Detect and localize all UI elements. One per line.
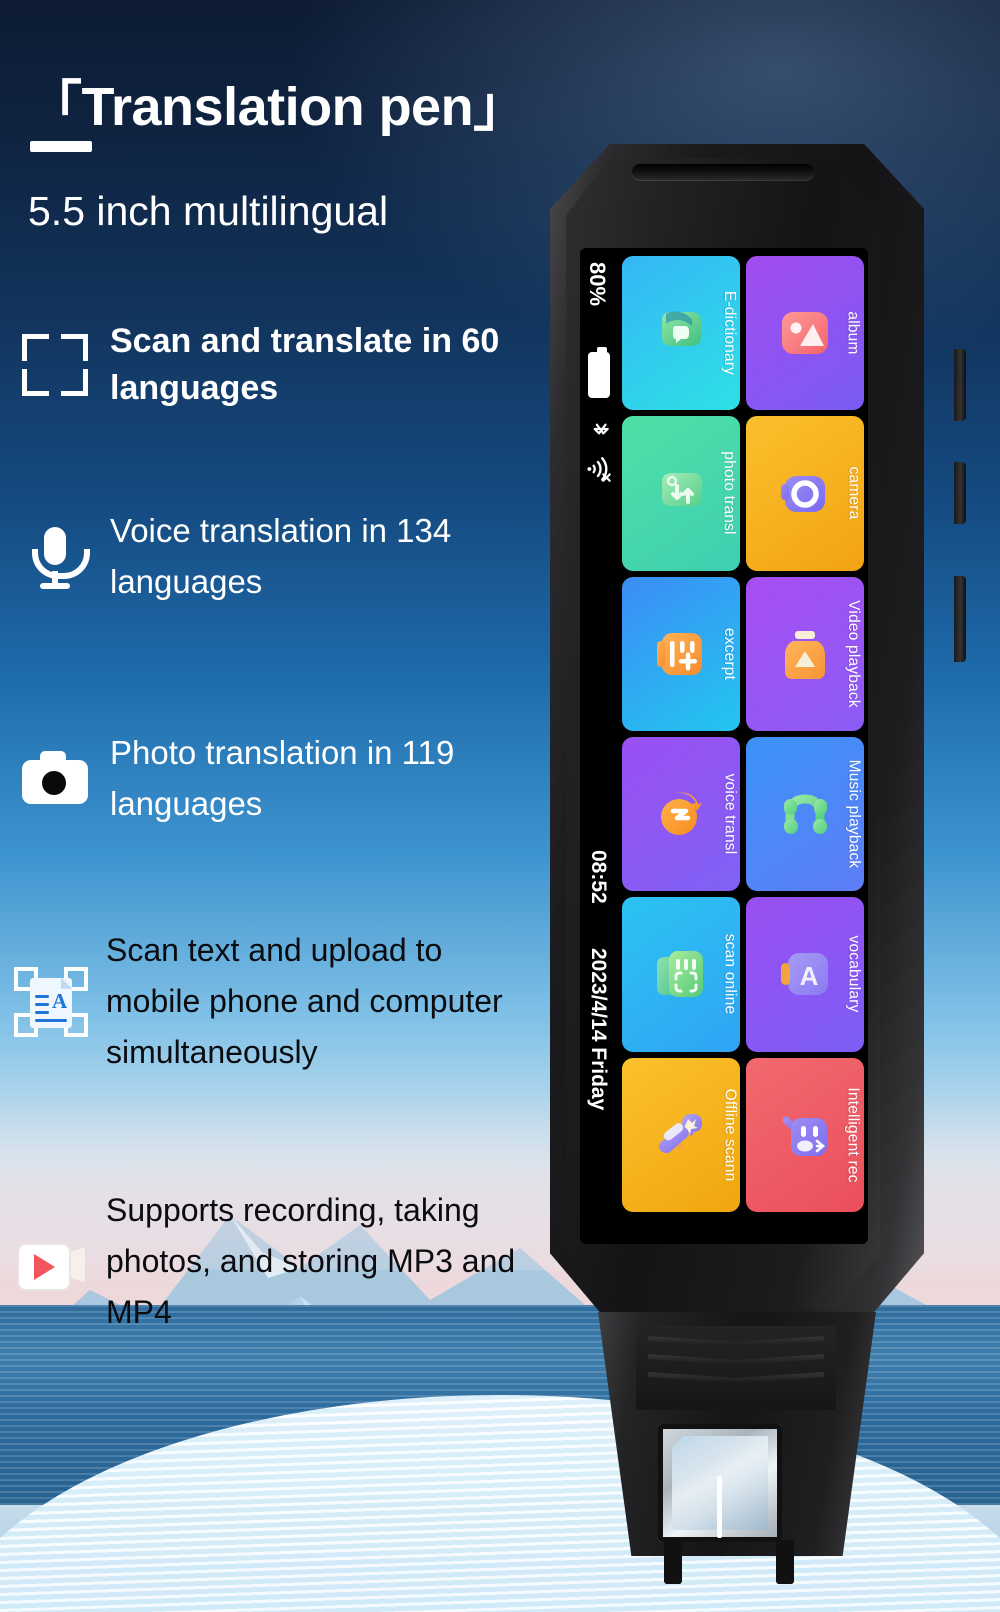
document-scan-icon: A (14, 965, 88, 1039)
robot-face-icon (776, 1106, 834, 1164)
app-tile-excerpt[interactable]: excerpt (622, 576, 740, 731)
translation-pen-device: 80% 08:52 2023/4/14 Friday E-dictionary … (536, 144, 966, 1584)
app-tile-label-text: E-dictionary (721, 291, 738, 376)
scan-cards-icon (652, 945, 710, 1003)
feature-text: Scan text and upload to mobile phone and… (106, 932, 503, 1071)
voice-swap-icon (652, 785, 710, 843)
app-tile-video-playback[interactable]: Video playback (746, 576, 864, 731)
status-bar: 80% 08:52 2023/4/14 Friday (580, 248, 620, 1244)
app-tile-voice-transl[interactable]: voice transl (622, 736, 740, 892)
title-underline (30, 141, 92, 152)
feature-text: Supports recording, taking photos, and s… (106, 1192, 516, 1331)
battery-full-icon (588, 347, 610, 398)
app-tile-label-text: Video playback (845, 599, 862, 708)
app-grid: E-dictionary album photo transl camera e… (620, 254, 866, 1214)
app-tile-label-text: voice transl (721, 773, 739, 855)
app-tile-label: camera (840, 416, 864, 570)
app-tile-label-text: Intelligent rec (845, 1087, 863, 1183)
device-foot (776, 1540, 794, 1584)
device-screen[interactable]: 80% 08:52 2023/4/14 Friday E-dictionary … (580, 248, 868, 1244)
app-tile-label-text: Music playback (845, 759, 863, 869)
video-camera-icon (14, 1225, 88, 1299)
marketing-copy: 「Translation pen」 5.5 inch multilingual … (0, 0, 540, 1612)
scan-guide-line (717, 1476, 722, 1538)
page-title: 「Translation pen」 (28, 77, 527, 137)
headphones-icon (776, 785, 834, 843)
app-tile-label-text: album (845, 311, 862, 355)
app-tile-label-text: excerpt (721, 627, 739, 680)
feature-text: Voice translation in 134 languages (110, 512, 452, 601)
bluetooth-icon (593, 423, 609, 435)
app-tile-label: vocabulary (840, 897, 864, 1051)
device-foot (664, 1540, 682, 1584)
promo-image: 「Translation pen」 5.5 inch multilingual … (0, 0, 1000, 1612)
feature-item: Voice translation in 134 languages (18, 505, 540, 607)
side-button-volume-down[interactable] (954, 576, 966, 662)
speaker-grille (632, 164, 814, 180)
scan-frame-icon (18, 328, 92, 402)
notes-plus-icon (652, 625, 710, 683)
app-tile-label-text: Offline scann (721, 1088, 739, 1182)
side-button-volume-up[interactable] (954, 462, 966, 524)
app-tile-photo-transl[interactable]: photo transl (622, 416, 740, 571)
video-jar-icon (776, 625, 834, 683)
wifi-off-icon (587, 457, 611, 482)
app-tile-label: Music playback (840, 737, 864, 891)
app-tile-label: Offline scann (716, 1058, 740, 1212)
clock-label: 08:52 (587, 850, 610, 904)
app-tile-label: Intelligent rec (840, 1058, 864, 1212)
app-tile-label: excerpt (716, 577, 740, 731)
camera-icon (18, 741, 92, 815)
app-tile-e-dictionary[interactable]: E-dictionary (622, 256, 740, 411)
app-tile-label: Video playback (840, 577, 864, 731)
feature-item: Scan and translate in 60 languages (18, 318, 540, 412)
app-tile-label: E-dictionary (716, 256, 740, 410)
app-tile-intelligent-rec[interactable]: Intelligent rec (746, 1057, 864, 1212)
side-button-power[interactable] (954, 349, 966, 421)
feature-item: Supports recording, taking photos, and s… (14, 1185, 540, 1339)
app-tile-offline-scann[interactable]: Offline scann (622, 1057, 740, 1212)
offline-pen-icon (652, 1106, 710, 1164)
app-tile-scan-online[interactable]: scan online (622, 897, 740, 1052)
app-tile-album[interactable]: album (746, 256, 864, 411)
camera-tile-icon (776, 464, 834, 522)
app-tile-label: scan online (716, 897, 740, 1051)
app-tile-camera[interactable]: camera (746, 416, 864, 571)
date-label: 2023/4/14 Friday (587, 948, 610, 1111)
app-tile-label-text: camera (845, 467, 863, 520)
app-tile-label: album (840, 256, 864, 410)
page-subtitle: 5.5 inch multilingual (28, 188, 389, 234)
photo-stack-icon (776, 304, 834, 362)
scanner-window (658, 1424, 782, 1542)
svg-text:A: A (800, 961, 819, 991)
app-tile-label: voice transl (716, 737, 740, 891)
app-tile-vocabulary[interactable]: Avocabulary (746, 897, 864, 1052)
feature-item: Photo translation in 119 languages (18, 727, 540, 829)
book-speech-icon (652, 304, 710, 362)
app-tile-label: photo transl (716, 416, 740, 570)
feature-text: Photo translation in 119 languages (110, 734, 455, 823)
microphone-icon (18, 519, 92, 593)
app-tile-label-text: scan online (721, 934, 738, 1015)
app-tile-music-playback[interactable]: Music playback (746, 736, 864, 892)
app-tile-label-text: photo transl (721, 451, 738, 536)
app-tile-label-text: vocabulary (845, 936, 862, 1013)
feature-item: A Scan text and upload to mobile phone a… (14, 925, 540, 1079)
battery-percent-label: 80% (585, 262, 610, 307)
photo-swap-icon (652, 464, 710, 522)
letter-a-icon: A (776, 945, 834, 1003)
feature-text: Scan and translate in 60 languages (110, 322, 500, 407)
